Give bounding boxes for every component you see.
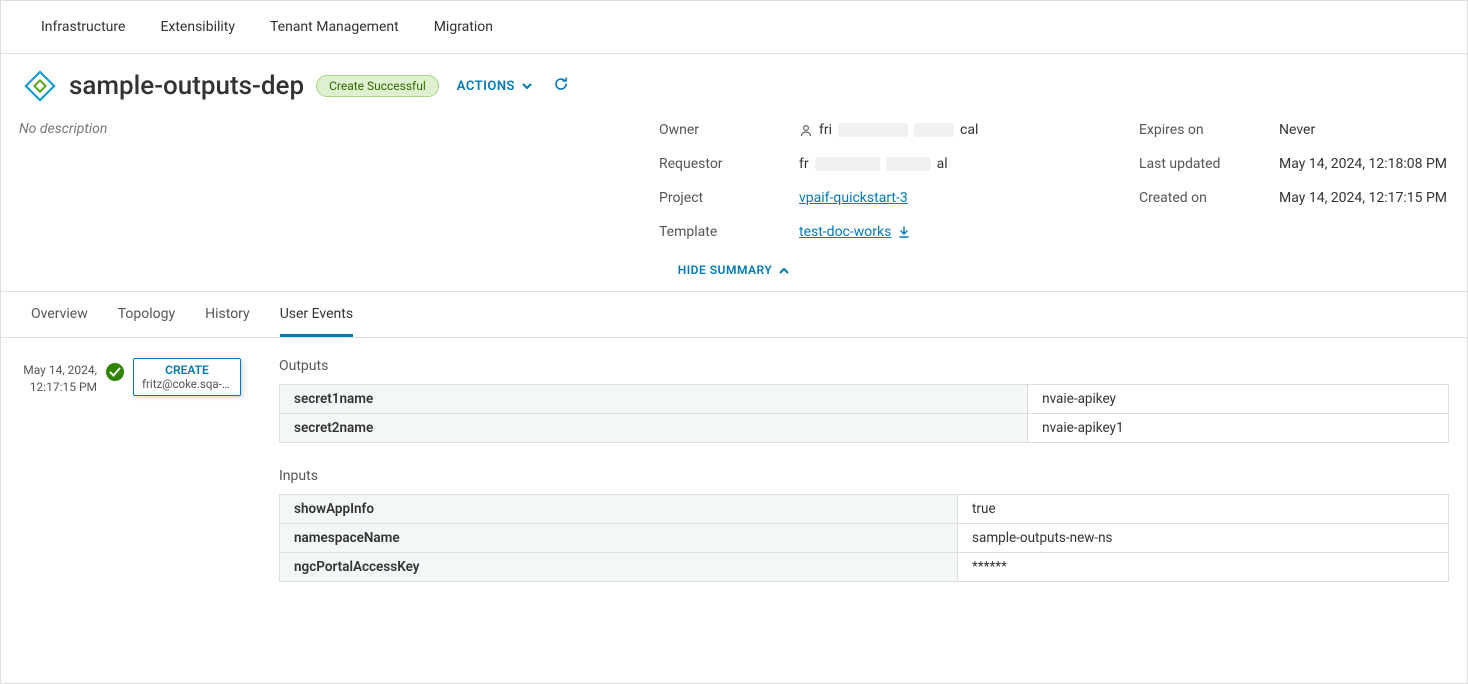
owner-redacted-1 (838, 123, 908, 137)
inputs-header: Inputs (279, 468, 1449, 484)
outputs-header: Outputs (279, 358, 1449, 374)
actions-button[interactable]: ACTIONS (457, 79, 533, 94)
event-user: fritz@coke.sqa-… (142, 377, 232, 391)
nav-tenant-management[interactable]: Tenant Management (270, 19, 399, 35)
expires-label: Expires on (1139, 122, 1279, 138)
owner-suffix: cal (960, 122, 978, 138)
hide-summary-toggle[interactable]: HIDE SUMMARY (1, 249, 1467, 291)
meta-col-1: Owner fri cal Requestor fr al Project (659, 113, 1139, 249)
meta-project: Project vpaif-quickstart-3 (659, 181, 1139, 215)
nav-migration[interactable]: Migration (434, 19, 493, 35)
deployment-icon (23, 69, 57, 103)
actions-label: ACTIONS (457, 79, 515, 94)
nav-extensibility[interactable]: Extensibility (160, 19, 235, 35)
table-row: secret2name nvaie-apikey1 (280, 414, 1449, 443)
summary-area: No description Owner fri cal Requestor f… (1, 103, 1467, 249)
meta-lastupdated: Last updated May 14, 2024, 12:18:08 PM (1139, 147, 1449, 181)
success-icon (105, 358, 125, 386)
requestor-suffix: al (937, 156, 948, 172)
input-key: namespaceName (280, 524, 958, 553)
output-key: secret1name (280, 385, 1028, 414)
project-link[interactable]: vpaif-quickstart-3 (799, 190, 908, 206)
description: No description (19, 113, 659, 249)
refresh-icon[interactable] (553, 76, 569, 96)
chevron-down-icon (521, 79, 533, 94)
requestor-redacted-2 (886, 157, 931, 171)
project-label: Project (659, 190, 799, 206)
inputs-table: showAppInfo true namespaceName sample-ou… (279, 494, 1449, 582)
page-title: sample-outputs-dep (69, 71, 304, 101)
outputs-table: secret1name nvaie-apikey secret2name nva… (279, 384, 1449, 443)
chevron-up-icon (778, 263, 790, 277)
meta-createdon: Created on May 14, 2024, 12:17:15 PM (1139, 181, 1449, 215)
input-key: showAppInfo (280, 495, 958, 524)
template-label: Template (659, 224, 799, 240)
expires-value: Never (1279, 122, 1449, 138)
status-badge: Create Successful (316, 75, 439, 97)
nav-infrastructure[interactable]: Infrastructure (41, 19, 125, 35)
details-panel: Outputs secret1name nvaie-apikey secret2… (279, 358, 1449, 582)
owner-prefix: fri (819, 122, 832, 138)
event-card[interactable]: CREATE fritz@coke.sqa-… (133, 358, 241, 396)
tabs: Overview Topology History User Events (1, 291, 1467, 338)
meta-template: Template test-doc-works (659, 215, 1139, 249)
title-row: sample-outputs-dep Create Successful ACT… (1, 54, 1467, 103)
requestor-prefix: fr (799, 156, 809, 172)
hide-summary-label: HIDE SUMMARY (678, 263, 773, 277)
input-key: ngcPortalAccessKey (280, 553, 958, 582)
meta-requestor: Requestor fr al (659, 147, 1139, 181)
owner-redacted-2 (914, 123, 954, 137)
requestor-value: fr al (799, 156, 1139, 172)
output-value: nvaie-apikey (1028, 385, 1449, 414)
requestor-label: Requestor (659, 156, 799, 172)
event-timestamp: May 14, 2024, 12:17:15 PM (19, 358, 97, 396)
user-icon (799, 122, 813, 138)
download-icon[interactable] (897, 224, 911, 240)
requestor-redacted-1 (815, 157, 880, 171)
tab-topology[interactable]: Topology (118, 292, 175, 337)
tab-overview[interactable]: Overview (31, 292, 88, 337)
output-key: secret2name (280, 414, 1028, 443)
lastupdated-label: Last updated (1139, 156, 1279, 172)
template-link[interactable]: test-doc-works (799, 224, 891, 240)
createdon-label: Created on (1139, 190, 1279, 206)
input-value: true (958, 495, 1449, 524)
event-timeline: May 14, 2024, 12:17:15 PM CREATE fritz@c… (19, 358, 254, 582)
tab-history[interactable]: History (205, 292, 250, 337)
meta-owner: Owner fri cal (659, 113, 1139, 147)
top-nav: Infrastructure Extensibility Tenant Mana… (1, 1, 1467, 54)
table-row: namespaceName sample-outputs-new-ns (280, 524, 1449, 553)
tab-userevents[interactable]: User Events (280, 292, 353, 337)
lastupdated-value: May 14, 2024, 12:18:08 PM (1279, 156, 1449, 172)
content-area: May 14, 2024, 12:17:15 PM CREATE fritz@c… (1, 338, 1467, 602)
table-row: showAppInfo true (280, 495, 1449, 524)
event-action: CREATE (142, 363, 232, 377)
input-value: ****** (958, 553, 1449, 582)
table-row: ngcPortalAccessKey ****** (280, 553, 1449, 582)
table-row: secret1name nvaie-apikey (280, 385, 1449, 414)
output-value: nvaie-apikey1 (1028, 414, 1449, 443)
owner-value: fri cal (799, 122, 1139, 138)
meta-expires: Expires on Never (1139, 113, 1449, 147)
createdon-value: May 14, 2024, 12:17:15 PM (1279, 190, 1449, 206)
owner-label: Owner (659, 122, 799, 138)
input-value: sample-outputs-new-ns (958, 524, 1449, 553)
meta-col-2: Expires on Never Last updated May 14, 20… (1139, 113, 1449, 249)
